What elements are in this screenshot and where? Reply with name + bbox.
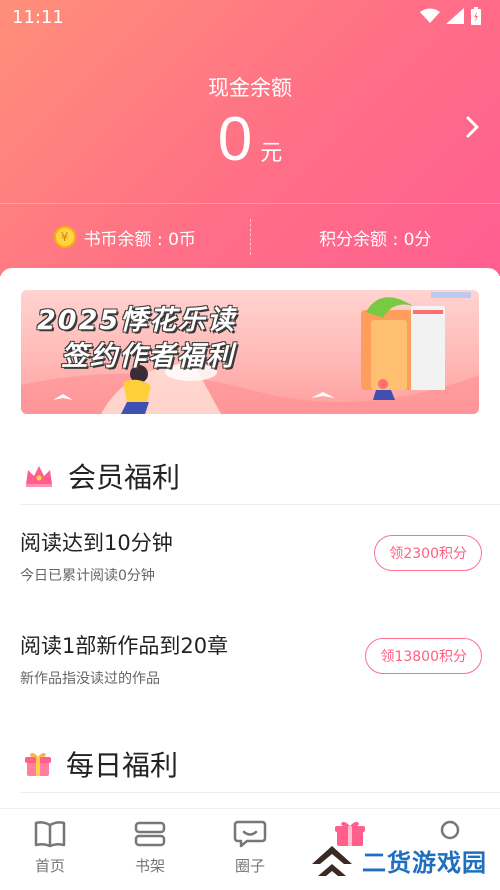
nav-circle[interactable]: 圈子: [200, 817, 300, 876]
book-open-icon: [33, 819, 67, 849]
task-subtitle: 今日已累计阅读0分钟: [20, 565, 155, 585]
coin-balance-text: 书币余额 : 0币: [84, 225, 196, 250]
member-welfare-title: 会员福利: [68, 456, 180, 496]
claim-points-button[interactable]: 领2300积分: [374, 535, 482, 571]
crown-icon: [24, 464, 54, 488]
nav-circle-label: 圈子: [200, 855, 300, 876]
bookshelf-icon: [133, 820, 167, 848]
nav-home-label: 首页: [0, 855, 100, 876]
nav-home[interactable]: 首页: [0, 817, 100, 876]
cash-balance-unit: 元: [260, 141, 282, 166]
chat-bubble-icon: [233, 819, 267, 849]
daily-welfare-title: 每日福利: [66, 744, 178, 784]
balance-row: ¥ 书币余额 : 0币 积分余额 : 0分: [0, 203, 500, 270]
section-divider: [20, 504, 500, 505]
points-balance[interactable]: 积分余额 : 0分: [251, 225, 500, 250]
daily-welfare-heading: 每日福利: [24, 744, 178, 784]
banner-title-line1: 2025悸花乐读: [37, 298, 236, 337]
watermark-text: 二货游戏园: [362, 843, 487, 878]
nav-bookshelf[interactable]: 书架: [100, 817, 200, 876]
watermark-logo-icon: [310, 842, 354, 878]
status-icons: [420, 7, 482, 25]
chevron-right-icon[interactable]: [466, 116, 480, 138]
banner-title-line2: 签约作者福利: [61, 334, 235, 373]
task-title: 阅读1部新作品到20章: [20, 630, 228, 660]
wifi-icon: [420, 8, 440, 24]
nav-bookshelf-label: 书架: [100, 855, 200, 876]
section-divider: [20, 792, 500, 793]
task-title: 阅读达到10分钟: [20, 527, 173, 557]
task-item: 阅读达到10分钟 今日已累计阅读0分钟 领2300积分: [20, 527, 482, 597]
gift-box-icon: [24, 750, 52, 778]
coin-icon: ¥: [54, 226, 76, 248]
claim-points-button[interactable]: 领13800积分: [365, 638, 482, 674]
cash-balance-amount[interactable]: 0元: [0, 104, 500, 175]
promo-banner[interactable]: 2025悸花乐读 签约作者福利: [21, 290, 479, 414]
coin-balance[interactable]: ¥ 书币余额 : 0币: [0, 225, 250, 250]
task-subtitle: 新作品指没读过的作品: [20, 668, 160, 688]
cash-balance-value: 0: [218, 105, 252, 174]
points-balance-text: 积分余额 : 0分: [319, 225, 431, 250]
task-item: 阅读1部新作品到20章 新作品指没读过的作品 领13800积分: [20, 630, 482, 700]
member-welfare-heading: 会员福利: [24, 456, 180, 496]
status-bar: 11:11: [0, 0, 500, 34]
battery-icon: [470, 7, 482, 25]
signal-icon: [446, 8, 464, 24]
status-time: 11:11: [12, 7, 64, 28]
cash-balance-label: 现金余额: [0, 72, 500, 102]
watermark: 二货游戏园: [310, 842, 487, 878]
wallet-header: 11:11 现金余额 0元 ¥ 书币余额 : 0币 积分余额 : 0分: [0, 0, 500, 276]
welfare-content: 2025悸花乐读 签约作者福利 会员福利 阅读达到10分钟 今日已累计阅读0分钟…: [0, 268, 500, 808]
